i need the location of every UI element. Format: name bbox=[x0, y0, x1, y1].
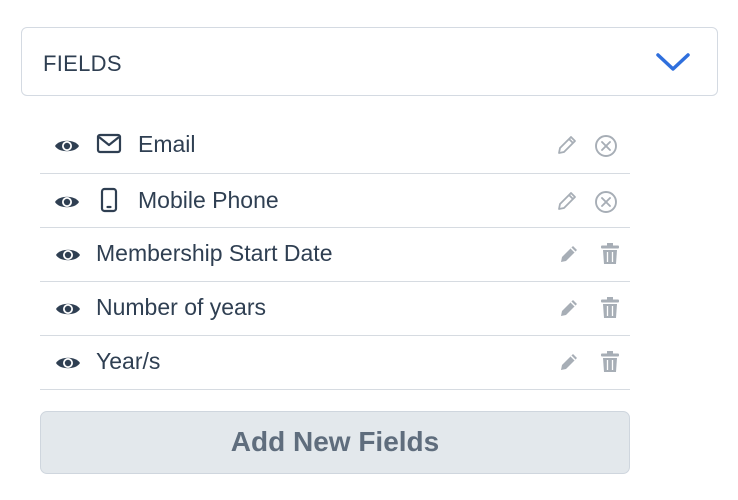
field-row-mobile-phone: Mobile Phone bbox=[40, 174, 630, 228]
field-row-years: Year/s bbox=[40, 336, 630, 390]
eye-icon[interactable] bbox=[54, 193, 80, 211]
field-label: Membership Start Date bbox=[96, 240, 333, 266]
eye-icon[interactable] bbox=[54, 137, 80, 155]
field-list: Email Mobile Phone Membership Start Date… bbox=[40, 118, 630, 390]
circle-x-icon[interactable] bbox=[594, 134, 618, 158]
field-label: Email bbox=[138, 131, 196, 157]
trash-icon[interactable] bbox=[600, 242, 620, 265]
add-new-fields-button[interactable]: Add New Fields bbox=[40, 411, 630, 474]
mail-icon bbox=[96, 133, 122, 154]
eye-icon[interactable] bbox=[55, 354, 81, 372]
pencil-icon[interactable] bbox=[558, 351, 580, 373]
fields-panel-header[interactable]: FIELDS bbox=[21, 27, 718, 96]
pencil-outline-icon[interactable] bbox=[556, 134, 578, 156]
field-label: Year/s bbox=[96, 348, 161, 374]
panel-title: FIELDS bbox=[43, 51, 122, 76]
field-label: Mobile Phone bbox=[138, 187, 279, 213]
pencil-outline-icon[interactable] bbox=[556, 190, 578, 212]
trash-icon[interactable] bbox=[600, 350, 620, 373]
eye-icon[interactable] bbox=[55, 300, 81, 318]
field-label: Number of years bbox=[96, 294, 267, 320]
field-row-email: Email bbox=[40, 118, 630, 174]
mobile-phone-icon bbox=[100, 187, 118, 213]
trash-icon[interactable] bbox=[600, 296, 620, 319]
chevron-down-icon[interactable] bbox=[655, 50, 691, 74]
eye-icon[interactable] bbox=[55, 246, 81, 264]
pencil-icon[interactable] bbox=[558, 243, 580, 265]
field-row-membership-start-date: Membership Start Date bbox=[40, 228, 630, 282]
field-row-number-of-years: Number of years bbox=[40, 282, 630, 336]
circle-x-icon[interactable] bbox=[594, 190, 618, 214]
pencil-icon[interactable] bbox=[558, 297, 580, 319]
